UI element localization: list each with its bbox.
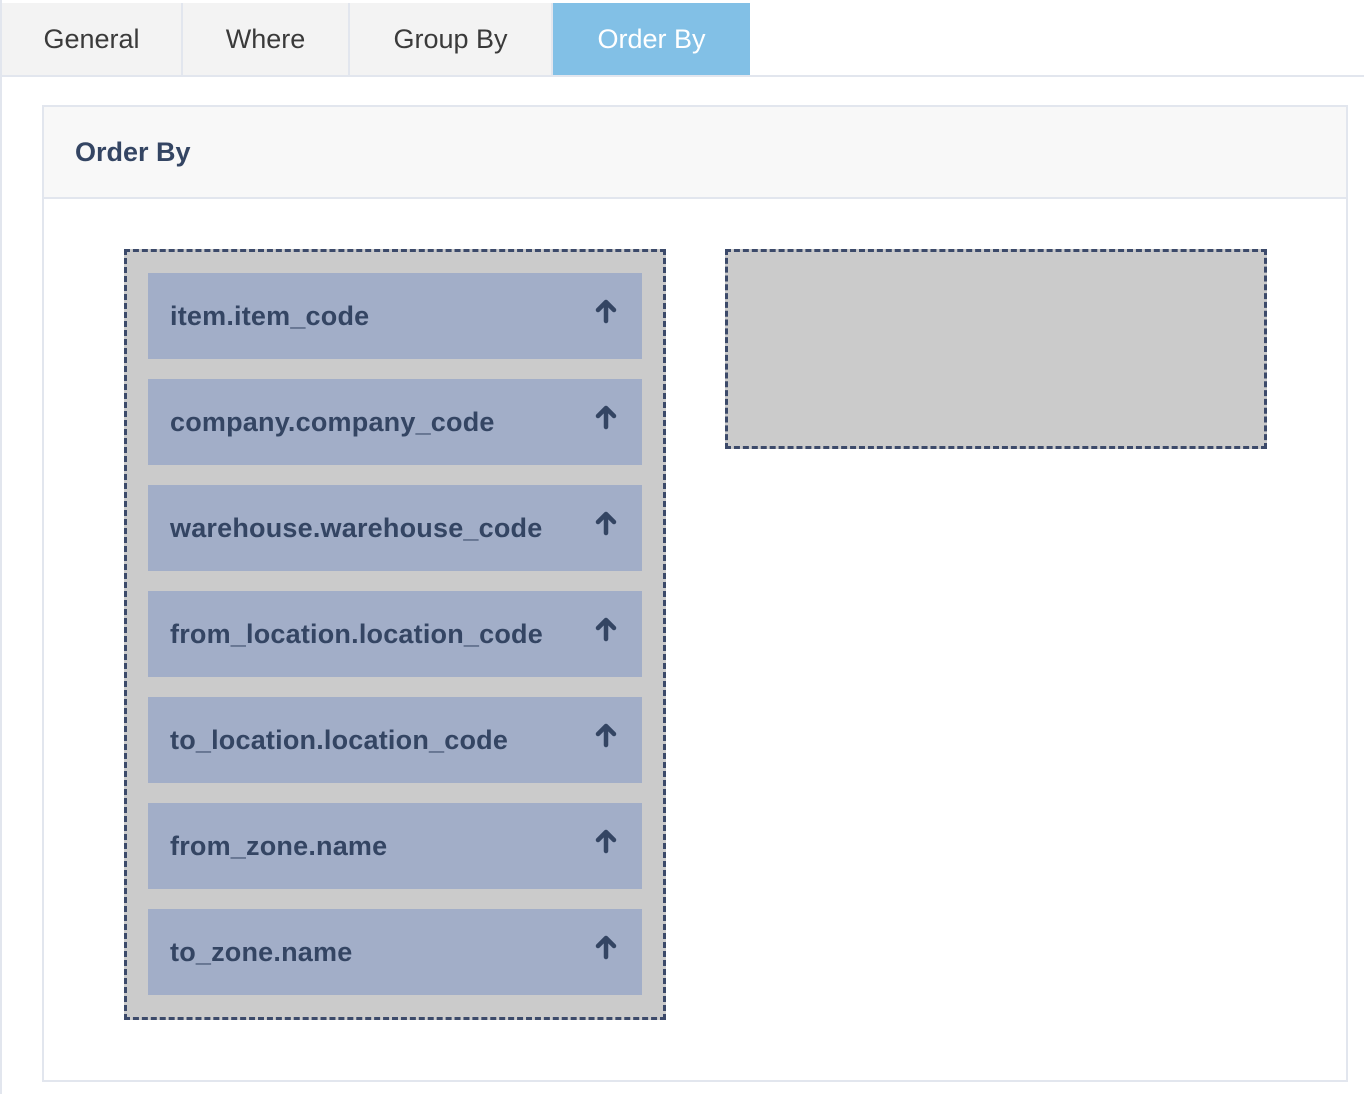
selected-fields-dropzone[interactable]: item.item_code company.company_code ware… xyxy=(124,249,666,1020)
arrow-up-icon[interactable] xyxy=(592,615,620,643)
order-by-item[interactable]: company.company_code xyxy=(148,379,642,465)
order-by-item-label: from_location.location_code xyxy=(170,618,543,649)
order-by-item[interactable]: from_location.location_code xyxy=(148,591,642,677)
arrow-up-icon[interactable] xyxy=(592,933,620,961)
tab-group-by[interactable]: Group By xyxy=(350,3,553,75)
order-by-item-label: to_zone.name xyxy=(170,936,353,967)
panel-header: Order By xyxy=(44,107,1346,199)
tab-label: Where xyxy=(225,23,306,54)
arrow-up-icon[interactable] xyxy=(592,827,620,855)
tab-general[interactable]: General xyxy=(0,3,183,75)
order-by-item[interactable]: from_zone.name xyxy=(148,803,642,889)
order-by-item-label: from_zone.name xyxy=(170,830,388,861)
order-by-item-label: warehouse.warehouse_code xyxy=(170,512,543,543)
arrow-up-icon[interactable] xyxy=(592,509,620,537)
tab-bar: General Where Group By Order By xyxy=(0,3,1364,77)
arrow-up-icon[interactable] xyxy=(592,403,620,431)
order-by-item[interactable]: warehouse.warehouse_code xyxy=(148,485,642,571)
panel-title: Order By xyxy=(75,136,191,167)
order-by-panel: Order By item.item_code company.company_… xyxy=(42,105,1348,1082)
arrow-up-icon[interactable] xyxy=(592,297,620,325)
tab-where[interactable]: Where xyxy=(183,3,350,75)
order-by-item[interactable]: item.item_code xyxy=(148,273,642,359)
tab-label: Group By xyxy=(393,23,508,54)
order-by-item[interactable]: to_zone.name xyxy=(148,909,642,995)
tab-label: Order By xyxy=(597,23,706,54)
arrow-up-icon[interactable] xyxy=(592,721,620,749)
available-fields-dropzone[interactable] xyxy=(725,249,1267,449)
page-left-border xyxy=(0,0,2,1094)
order-by-item[interactable]: to_location.location_code xyxy=(148,697,642,783)
order-by-item-label: item.item_code xyxy=(170,300,370,331)
order-by-list: item.item_code company.company_code ware… xyxy=(148,273,642,995)
order-by-item-label: to_location.location_code xyxy=(170,724,509,755)
tab-order-by[interactable]: Order By xyxy=(553,3,750,75)
order-by-item-label: company.company_code xyxy=(170,406,495,437)
tab-label: General xyxy=(43,23,140,54)
